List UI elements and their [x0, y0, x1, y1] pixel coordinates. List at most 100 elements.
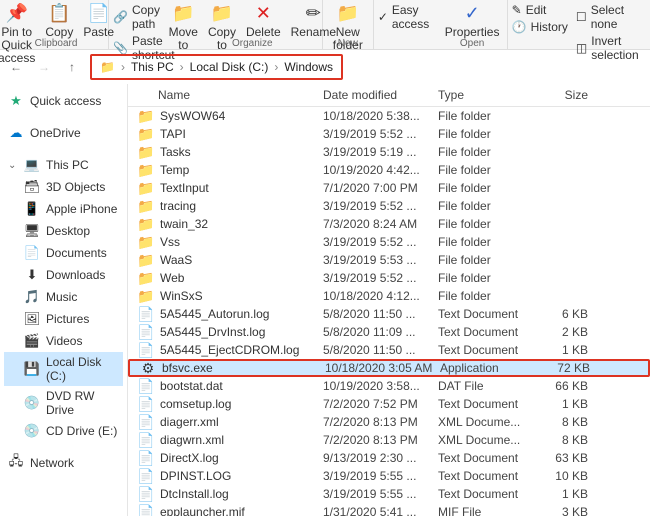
item-icon: 💿: [24, 423, 40, 439]
file-date: 3/19/2019 5:52 ...: [323, 127, 438, 141]
file-row[interactable]: 📄5A5445_DrvInst.log5/8/2020 11:09 ...Tex…: [128, 323, 650, 341]
sidebar-item-label: Videos: [46, 334, 82, 348]
sidebar-item-label: Music: [46, 290, 77, 304]
file-type: Text Document: [438, 397, 538, 411]
file-name: Web: [160, 271, 184, 285]
sidebar-item-videos[interactable]: 🎬 Videos: [4, 330, 123, 352]
delete-icon: ✕: [251, 2, 275, 26]
file-row[interactable]: 📁Web3/19/2019 5:52 ...File folder: [128, 269, 650, 287]
file-date: 5/8/2020 11:09 ...: [323, 325, 438, 339]
file-row[interactable]: 📄epplauncher.mif1/31/2020 5:41 ...MIF Fi…: [128, 503, 650, 516]
sidebar-item-documents[interactable]: 📄Documents: [4, 242, 123, 264]
file-name: twain_32: [160, 217, 208, 231]
sidebar-item-downloads[interactable]: ⬇ Downloads: [4, 264, 123, 286]
file-row[interactable]: 📄bootstat.dat10/19/2020 3:58...DAT File6…: [128, 377, 650, 395]
file-row[interactable]: 📁Tasks3/19/2019 5:19 ...File folder: [128, 143, 650, 161]
sidebar-item-desktop[interactable]: 🖥Desktop: [4, 220, 123, 242]
sidebar-onedrive[interactable]: ☁OneDrive: [4, 122, 123, 144]
file-row[interactable]: 📄5A5445_Autorun.log5/8/2020 11:50 ...Tex…: [128, 305, 650, 323]
file-date: 3/19/2019 5:55 ...: [323, 469, 438, 483]
breadcrumb-windows[interactable]: Windows: [284, 60, 333, 74]
file-row[interactable]: 📁twain_327/3/2020 8:24 AMFile folder: [128, 215, 650, 233]
file-row[interactable]: 📁Temp10/19/2020 4:42...File folder: [128, 161, 650, 179]
sidebar-item-cd-drive-e-[interactable]: 💿CD Drive (E:): [4, 420, 123, 442]
file-size: 3 KB: [538, 505, 598, 516]
file-row[interactable]: 📁SysWOW6410/18/2020 5:38...File folder: [128, 107, 650, 125]
column-headers[interactable]: Name Date modified Type Size: [128, 84, 650, 107]
file-row[interactable]: 📄5A5445_EjectCDROM.log5/8/2020 11:50 ...…: [128, 341, 650, 359]
file-icon: 📄: [138, 414, 154, 430]
file-icon: 📄: [138, 468, 154, 484]
file-icon: 📄: [138, 324, 154, 340]
sidebar-item-label: Apple iPhone: [46, 202, 117, 216]
sidebar-item-pictures[interactable]: 🖼Pictures: [4, 308, 123, 330]
breadcrumb[interactable]: 📁 › This PC › Local Disk (C:) › Windows: [90, 54, 343, 80]
file-type: File folder: [438, 163, 538, 177]
file-row[interactable]: 📁tracing3/19/2019 5:52 ...File folder: [128, 197, 650, 215]
edit-button[interactable]: ✎Edit: [510, 2, 570, 18]
header-type[interactable]: Type: [438, 88, 538, 102]
file-name: SysWOW64: [160, 109, 225, 123]
file-type: Application: [440, 361, 540, 375]
header-size[interactable]: Size: [538, 88, 598, 102]
file-date: 10/18/2020 4:12...: [323, 289, 438, 303]
item-icon: 🖼: [24, 311, 40, 327]
sidebar-quick-access[interactable]: ★Quick access: [4, 90, 123, 112]
file-date: 3/19/2019 5:52 ...: [323, 235, 438, 249]
file-row[interactable]: 📁WaaS3/19/2019 5:53 ...File folder: [128, 251, 650, 269]
file-row[interactable]: 📁WinSxS10/18/2020 4:12...File folder: [128, 287, 650, 305]
file-name: Vss: [160, 235, 180, 249]
move-icon: 📁: [171, 2, 195, 26]
breadcrumb-thispc[interactable]: This PC: [131, 60, 174, 74]
history-button[interactable]: 🕐History: [510, 19, 570, 35]
file-row[interactable]: 📄comsetup.log7/2/2020 7:52 PMText Docume…: [128, 395, 650, 413]
properties-button[interactable]: ✓Properties: [441, 0, 504, 41]
pin-quick-access-button[interactable]: 📌Pin to Quick access: [0, 0, 39, 68]
breadcrumb-localdisk[interactable]: Local Disk (C:): [190, 60, 269, 74]
file-row[interactable]: 📄DirectX.log9/13/2019 2:30 ...Text Docum…: [128, 449, 650, 467]
file-type: File folder: [438, 199, 538, 213]
file-row[interactable]: 📄diagwrn.xml7/2/2020 8:13 PMXML Docume..…: [128, 431, 650, 449]
sidebar-item-label: DVD RW Drive: [46, 389, 119, 417]
item-icon: ⬇: [24, 267, 40, 283]
copy-icon: 📋: [47, 2, 71, 26]
sidebar-item-label: Downloads: [46, 268, 105, 282]
file-row[interactable]: 📄DtcInstall.log3/19/2019 5:55 ...Text Do…: [128, 485, 650, 503]
sidebar-item-3d-objects[interactable]: 🗃3D Objects: [4, 176, 123, 198]
file-row[interactable]: ⚙bfsvc.exe10/18/2020 3:05 AMApplication7…: [128, 359, 650, 377]
delete-button[interactable]: ✕Delete: [242, 0, 285, 41]
select-none-icon: ☐: [576, 10, 587, 24]
sidebar-item-label: Documents: [46, 246, 107, 260]
sidebar-item-local-disk-c-[interactable]: 💾Local Disk (C:): [4, 352, 123, 386]
sidebar-network[interactable]: 🖧Network: [4, 452, 123, 474]
header-name[interactable]: Name: [128, 88, 323, 102]
easy-access-button[interactable]: ✓Easy access: [376, 2, 436, 32]
file-date: 10/18/2020 3:05 AM: [325, 361, 440, 375]
file-row[interactable]: 📁TAPI3/19/2019 5:52 ...File folder: [128, 125, 650, 143]
pc-icon: 💻: [24, 157, 40, 173]
file-type: File folder: [438, 253, 538, 267]
sidebar-item-music[interactable]: 🎵Music: [4, 286, 123, 308]
file-date: 7/3/2020 8:24 AM: [323, 217, 438, 231]
file-row[interactable]: 📄diagerr.xml7/2/2020 8:13 PMXML Docume..…: [128, 413, 650, 431]
invert-selection-button[interactable]: ◫Invert selection: [574, 33, 644, 63]
file-name: TAPI: [160, 127, 186, 141]
file-type: XML Docume...: [438, 433, 538, 447]
paste-button[interactable]: 📄Paste: [79, 0, 118, 41]
file-row[interactable]: 📄DPINST.LOG3/19/2019 5:55 ...Text Docume…: [128, 467, 650, 485]
file-size: 63 KB: [538, 451, 598, 465]
file-size: 1 KB: [538, 343, 598, 357]
sidebar-item-dvd-rw-drive[interactable]: 💿DVD RW Drive: [4, 386, 123, 420]
file-type: MIF File: [438, 505, 538, 516]
file-row[interactable]: 📁TextInput7/1/2020 7:00 PMFile folder: [128, 179, 650, 197]
header-date[interactable]: Date modified: [323, 88, 438, 102]
sidebar-thispc[interactable]: ⌄💻This PC: [4, 154, 123, 176]
sidebar-item-apple-iphone[interactable]: 📱Apple iPhone: [4, 198, 123, 220]
select-none-button[interactable]: ☐Select none: [574, 2, 644, 32]
ribbon: 📌Pin to Quick access 📋Copy 📄Paste Clipbo…: [0, 0, 650, 50]
file-type: File folder: [438, 127, 538, 141]
file-row[interactable]: 📁Vss3/19/2019 5:52 ...File folder: [128, 233, 650, 251]
file-type: Text Document: [438, 343, 538, 357]
copy-button[interactable]: 📋Copy: [41, 0, 77, 41]
item-icon: 🎬: [24, 333, 40, 349]
